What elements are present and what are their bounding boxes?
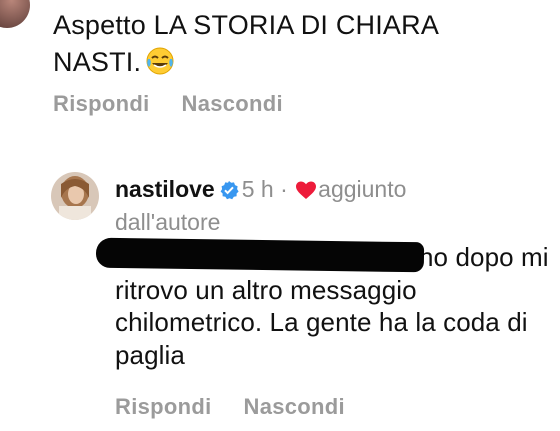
reply-button[interactable]: Rispondi (53, 91, 150, 117)
verified-badge-icon (219, 177, 239, 207)
comment-text: Aspetto LA STORIA DI CHIARA NASTI. (53, 7, 533, 86)
reply-header: nastilove 5 h · aggiunto dall'autore (115, 174, 515, 237)
heart-icon (296, 177, 317, 207)
reply-actions: Rispondi Nascondi (115, 394, 345, 420)
hide-button[interactable]: Nascondi (182, 91, 283, 117)
timestamp: 5 h (241, 176, 274, 202)
comment-body: Aspetto LA STORIA DI CHIARA NASTI. (53, 10, 438, 77)
tears-of-joy-emoji-icon (145, 46, 175, 86)
avatar[interactable] (51, 172, 99, 220)
reply-button[interactable]: Rispondi (115, 394, 212, 420)
comment-actions: Rispondi Nascondi (53, 91, 283, 117)
separator: · (280, 176, 288, 202)
liked-by-author-label-2: dall'autore (115, 209, 221, 235)
username[interactable]: nastilove (115, 176, 215, 202)
redaction-bar (95, 237, 425, 273)
liked-by-author-label: aggiunto (318, 176, 407, 202)
reply-body-line1: no dopo (419, 242, 514, 272)
hide-button[interactable]: Nascondi (244, 394, 345, 420)
avatar[interactable] (0, 0, 30, 28)
